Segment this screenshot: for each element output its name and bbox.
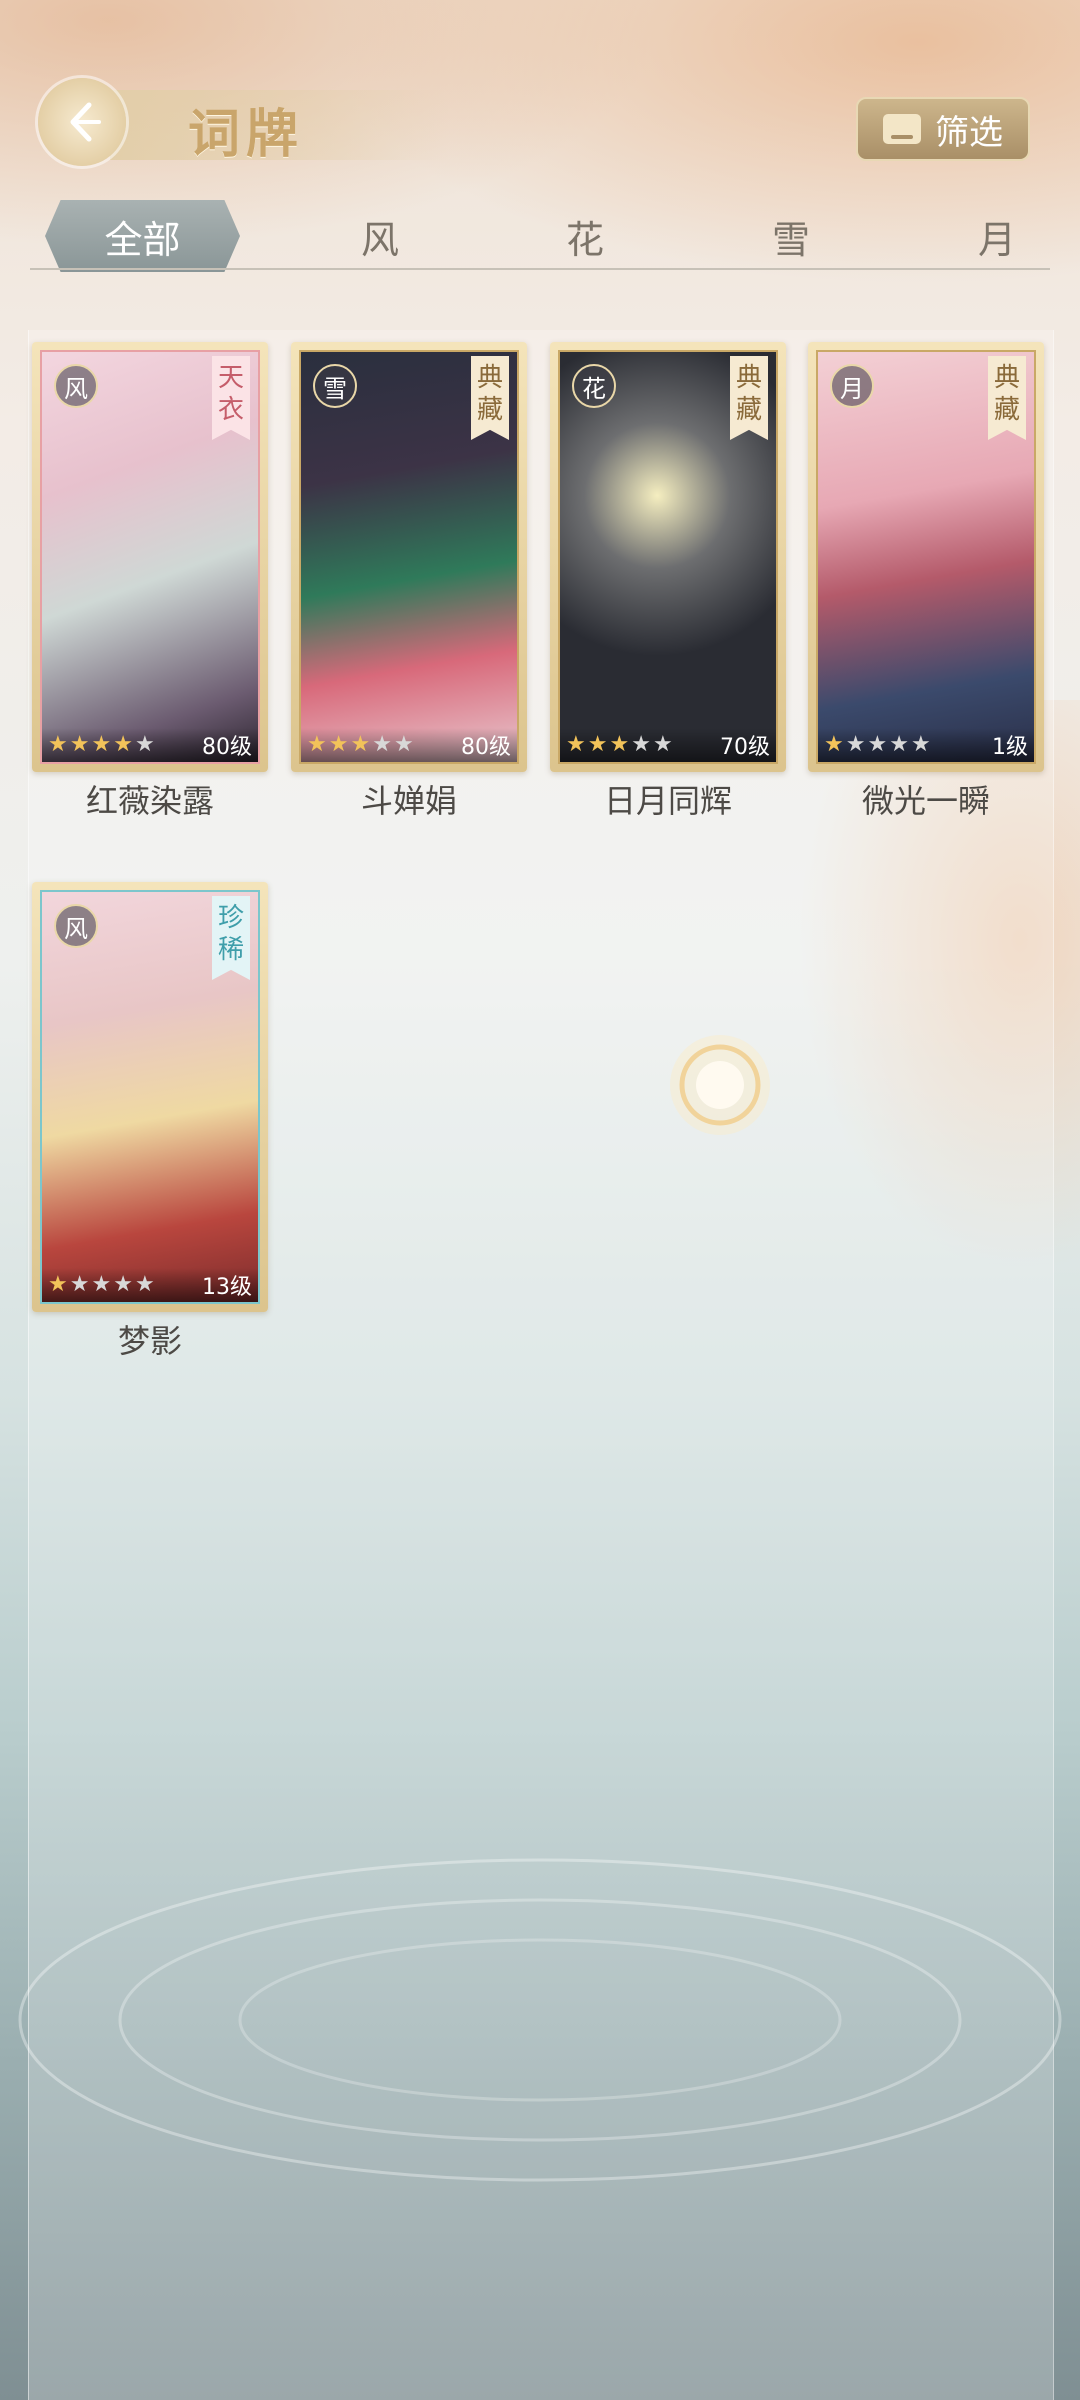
star-rating: ★ ★ ★ ★ ★ [307, 734, 414, 756]
card-name: 梦影 [117, 1322, 182, 1360]
card-name: 红薇染露 [85, 782, 214, 820]
star-rating: ★ ★ ★ ★ ★ [824, 734, 931, 756]
star-empty-icon: ★ [393, 732, 414, 757]
card-level: 13级 [202, 1275, 252, 1300]
card-artwork: 雪 典藏 ★ ★ ★ ★ ★ 80级 [299, 350, 519, 764]
card-name: 日月同辉 [603, 782, 732, 820]
card-frame: 雪 典藏 ★ ★ ★ ★ ★ 80级 [291, 342, 527, 772]
star-filled-icon: ★ [48, 732, 68, 757]
star-filled-icon: ★ [824, 732, 844, 757]
back-arrow-icon [70, 102, 101, 142]
element-badge: 风 [54, 904, 98, 948]
star-filled-icon: ★ [69, 732, 90, 757]
element-badge: 雪 [313, 364, 357, 408]
star-empty-icon: ★ [372, 732, 392, 757]
star-empty-icon: ★ [631, 732, 651, 757]
star-filled-icon: ★ [307, 732, 327, 757]
card-item[interactable]: 月 典藏 ★ ★ ★ ★ ★ 1级 微光一瞬 [808, 342, 1044, 822]
element-badge: 月 [830, 364, 874, 408]
card-artwork: 风 天衣 ★ ★ ★ ★ ★ 80级 [40, 350, 260, 764]
star-empty-icon: ★ [910, 732, 931, 757]
star-filled-icon: ★ [609, 732, 630, 757]
card-name: 微光一瞬 [861, 782, 990, 820]
tab-flower[interactable]: 花 [510, 200, 660, 272]
card-bottom-bar: ★ ★ ★ ★ ★ 13级 [42, 1268, 258, 1302]
star-empty-icon: ★ [91, 1272, 112, 1297]
star-empty-icon: ★ [113, 1272, 133, 1297]
filter-button[interactable]: 筛选 [856, 97, 1030, 161]
star-rating: ★ ★ ★ ★ ★ [48, 734, 155, 756]
tab-wind[interactable]: 风 [305, 200, 455, 272]
star-empty-icon: ★ [845, 732, 866, 757]
star-filled-icon: ★ [91, 732, 112, 757]
rarity-tag: 珍稀 [212, 896, 250, 980]
card-artwork: 月 典藏 ★ ★ ★ ★ ★ 1级 [816, 350, 1036, 764]
star-empty-icon: ★ [652, 732, 673, 757]
card-level: 80级 [202, 735, 252, 760]
star-filled-icon: ★ [48, 1272, 68, 1297]
tab-moon[interactable]: 月 [922, 200, 1072, 272]
element-badge: 花 [572, 364, 616, 408]
rarity-tag: 天衣 [212, 356, 250, 440]
star-empty-icon: ★ [889, 732, 909, 757]
rarity-tag: 典藏 [730, 356, 768, 440]
filter-label: 筛选 [935, 112, 1003, 153]
star-filled-icon: ★ [350, 732, 371, 757]
card-bottom-bar: ★ ★ ★ ★ ★ 80级 [42, 728, 258, 762]
card-item[interactable]: 风 珍稀 ★ ★ ★ ★ ★ 13级 梦影 [32, 882, 268, 1362]
page-title: 词牌 [188, 104, 305, 165]
card-level: 1级 [992, 735, 1028, 760]
star-filled-icon: ★ [113, 732, 133, 757]
card-frame: 风 珍稀 ★ ★ ★ ★ ★ 13级 [32, 882, 268, 1312]
card-frame: 月 典藏 ★ ★ ★ ★ ★ 1级 [808, 342, 1044, 772]
card-name: 斗婵娟 [360, 782, 457, 820]
card-item[interactable]: 风 天衣 ★ ★ ★ ★ ★ 80级 红薇染露 [32, 342, 268, 822]
star-empty-icon: ★ [867, 732, 888, 757]
star-filled-icon: ★ [587, 732, 608, 757]
card-level: 70级 [720, 735, 770, 760]
filter-icon [883, 114, 921, 144]
card-frame: 风 天衣 ★ ★ ★ ★ ★ 80级 [32, 342, 268, 772]
card-item[interactable]: 花 典藏 ★ ★ ★ ★ ★ 70级 日月同辉 [550, 342, 786, 822]
card-bottom-bar: ★ ★ ★ ★ ★ 1级 [818, 728, 1034, 762]
card-bottom-bar: ★ ★ ★ ★ ★ 70级 [560, 728, 776, 762]
back-button[interactable] [38, 78, 126, 166]
card-frame: 花 典藏 ★ ★ ★ ★ ★ 70级 [550, 342, 786, 772]
card-artwork: 风 珍稀 ★ ★ ★ ★ ★ 13级 [40, 890, 260, 1304]
star-empty-icon: ★ [69, 1272, 90, 1297]
card-artwork: 花 典藏 ★ ★ ★ ★ ★ 70级 [558, 350, 778, 764]
card-item[interactable]: 雪 典藏 ★ ★ ★ ★ ★ 80级 斗婵娟 [291, 342, 527, 822]
star-filled-icon: ★ [566, 732, 586, 757]
glow-orb-icon[interactable] [665, 1030, 775, 1150]
card-bottom-bar: ★ ★ ★ ★ ★ 80级 [301, 728, 517, 762]
star-filled-icon: ★ [328, 732, 349, 757]
rarity-tag: 典藏 [471, 356, 509, 440]
tab-snow[interactable]: 雪 [716, 200, 866, 272]
rarity-tag: 典藏 [988, 356, 1026, 440]
category-tabs: 全部 风 花 雪 月 [30, 200, 1050, 272]
star-empty-icon: ★ [134, 1272, 155, 1297]
tab-divider [30, 268, 1050, 270]
star-rating: ★ ★ ★ ★ ★ [48, 1274, 155, 1296]
tab-all[interactable]: 全部 [45, 200, 240, 272]
card-level: 80级 [461, 735, 511, 760]
star-rating: ★ ★ ★ ★ ★ [566, 734, 673, 756]
element-badge: 风 [54, 364, 98, 408]
star-empty-icon: ★ [134, 732, 155, 757]
